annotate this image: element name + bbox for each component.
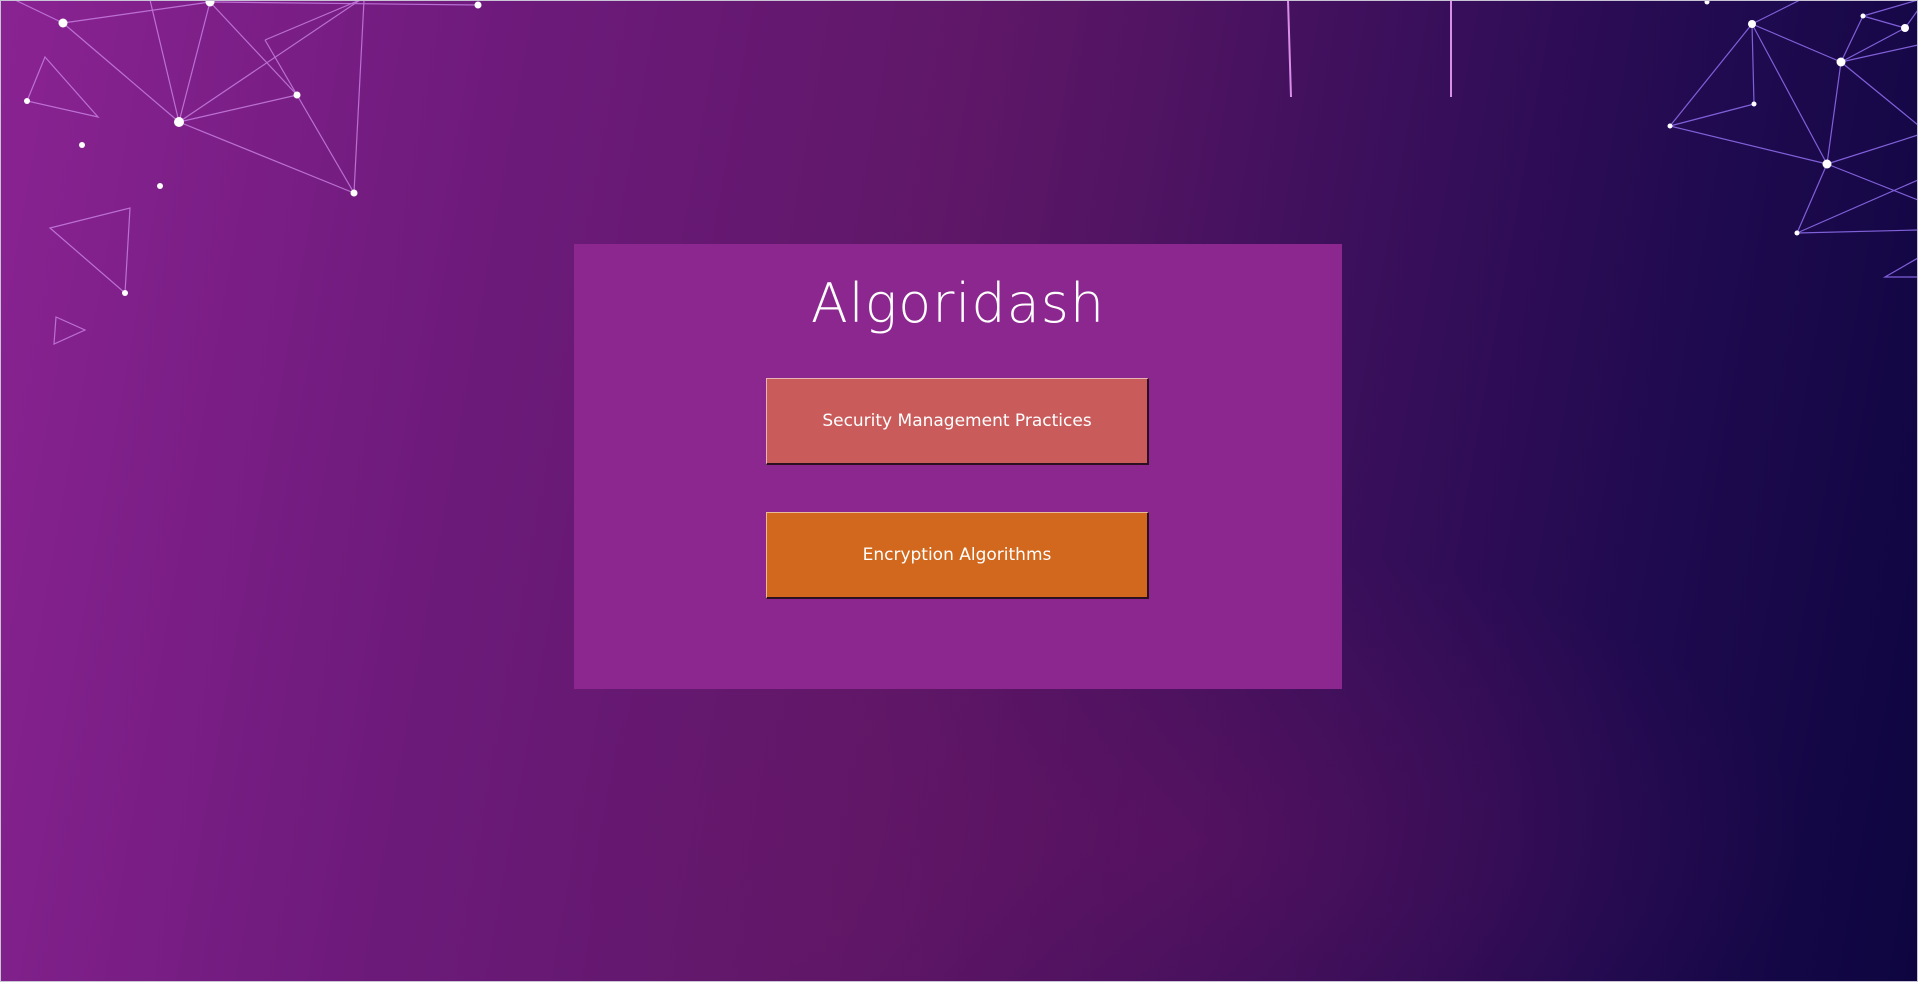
main-menu-panel: Algoridash Security Management Practices…	[574, 244, 1342, 689]
app-title: Algoridash	[810, 272, 1106, 335]
encryption-algorithms-button[interactable]: Encryption Algorithms	[766, 512, 1149, 599]
network-lines-top-right	[1669, 0, 1918, 278]
security-management-practices-button[interactable]: Security Management Practices	[766, 378, 1149, 465]
vertical-lines-top	[1287, 0, 1452, 98]
network-lines-top-left	[14, 0, 479, 345]
network-nodes-top-left	[24, 0, 482, 296]
